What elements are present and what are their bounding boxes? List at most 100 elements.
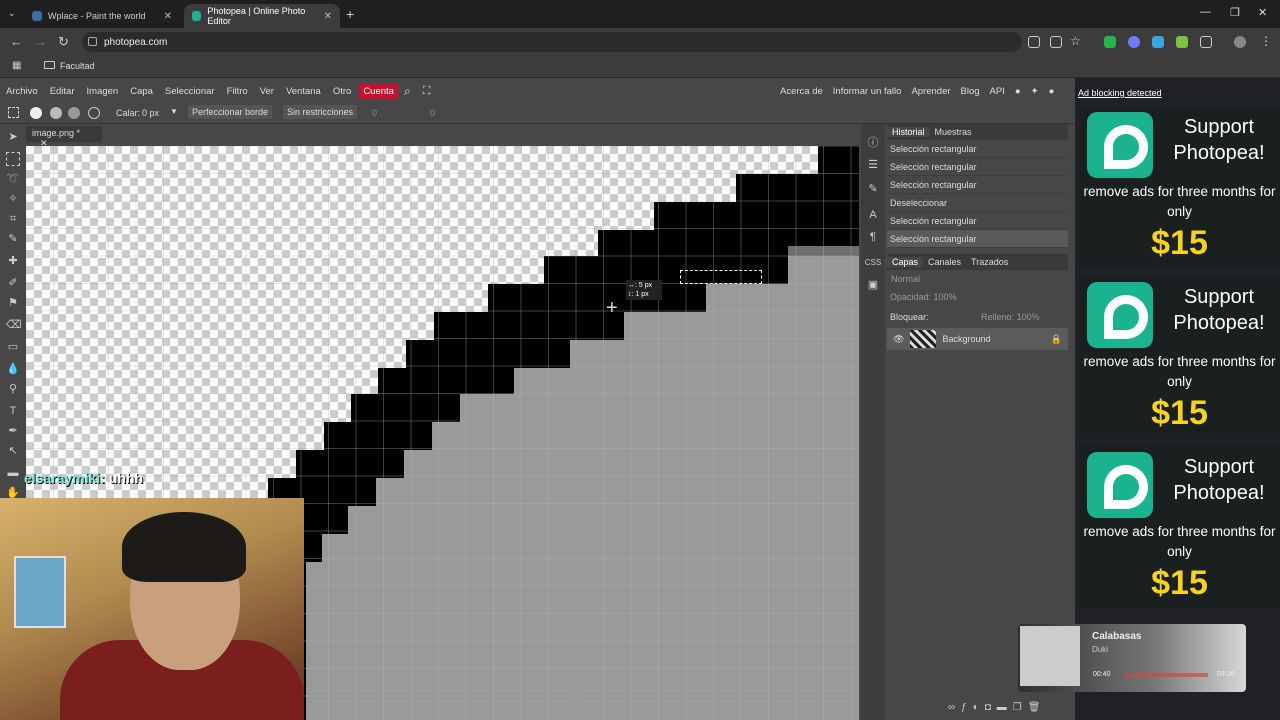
bookmark-star-icon[interactable]: ☆ [1070,34,1081,48]
adjustment-layer-icon[interactable]: ◐ [973,702,985,713]
history-item[interactable]: Selección rectangular [887,212,1068,230]
menu-ventana[interactable]: Ventana [280,86,327,97]
eyedropper-icon[interactable]: ✎ [6,232,20,246]
brush-tool-icon[interactable]: ✐ [6,276,20,290]
ad-banner[interactable]: Support Photopea! remove ads for three m… [1079,106,1280,269]
menu-informar[interactable]: Informar un fallo [833,86,902,97]
reddit-icon[interactable]: ● [1015,86,1021,97]
install-icon[interactable] [1050,36,1062,48]
tab-muestras[interactable]: Muestras [930,127,977,137]
maximize-icon[interactable]: ❐ [1230,6,1240,19]
character-icon[interactable]: A [866,208,880,222]
menu-capa[interactable]: Capa [124,86,159,97]
eraser-tool-icon[interactable]: ⌫ [6,318,22,332]
delete-layer-icon[interactable]: 🗑 [1028,702,1047,713]
fill-value[interactable]: 100% [1017,312,1040,322]
history-item[interactable]: Selección rectangular [887,176,1068,194]
ad-banner[interactable]: Support Photopea! remove ads for three m… [1079,446,1280,609]
search-icon[interactable]: ⌕ [398,84,417,99]
history-item[interactable]: Selección rectangular [887,230,1068,248]
site-info-icon[interactable] [88,37,97,46]
healing-brush-icon[interactable]: ✚ [6,254,20,268]
menu-blog[interactable]: Blog [961,86,980,97]
image-icon[interactable]: ▣ [866,278,880,292]
extension-icon[interactable] [1176,36,1188,48]
menu-imagen[interactable]: Imagen [81,86,125,97]
new-layer-icon[interactable]: ❐ [1013,702,1028,713]
extension-icon[interactable] [1128,36,1140,48]
brush-settings-icon[interactable]: ✎ [866,182,880,196]
bookmark-facultad[interactable]: Facultad [60,61,95,71]
add-selection-icon[interactable] [50,107,62,119]
history-item[interactable]: Selección rectangular [887,158,1068,176]
ad-banner[interactable]: Support Photopea! remove ads for three m… [1079,276,1280,439]
menu-acerca[interactable]: Acerca de [780,86,823,97]
magic-wand-icon[interactable]: ✧ [6,192,20,206]
menu-archivo[interactable]: Archivo [0,86,44,97]
folder-icon[interactable]: ▬ [997,702,1013,713]
clone-stamp-icon[interactable]: ⚑ [6,296,20,310]
height-input[interactable]: 0 [430,108,435,118]
tab-canales[interactable]: Canales [923,257,966,267]
close-tab-icon[interactable]: ✕ [324,11,332,22]
menu-filtro[interactable]: Filtro [221,86,254,97]
css-icon[interactable]: CSS [863,256,883,270]
close-tab-icon[interactable]: ✕ [164,11,172,22]
lasso-tool-icon[interactable]: ➰ [6,172,20,186]
extensions-puzzle-icon[interactable] [1200,36,1212,48]
subtract-selection-icon[interactable] [68,107,80,119]
minimize-icon[interactable]: — [1200,6,1211,18]
marquee-tool-preset-icon[interactable] [8,107,19,118]
page-icon[interactable] [1028,36,1040,48]
menu-ver[interactable]: Ver [254,86,280,97]
browser-tab-photopea[interactable]: Photopea | Online Photo Editor ✕ [184,4,340,28]
feather-dropdown-icon[interactable]: ▼ [170,107,178,116]
account-button[interactable]: Cuenta [359,83,398,99]
width-input[interactable]: 0 [372,108,377,118]
menu-otro[interactable]: Otro [327,86,357,97]
facebook-icon[interactable]: ● [1049,86,1055,97]
extension-icon[interactable] [1152,36,1164,48]
move-tool-icon[interactable]: ➤ [6,130,20,144]
browser-tab-wplace[interactable]: Wplace - Paint the world ✕ [24,4,180,28]
url-field[interactable]: photopea.com [82,32,1022,52]
menu-seleccionar[interactable]: Seleccionar [159,86,221,97]
blur-tool-icon[interactable]: 💧 [6,362,20,376]
fullscreen-icon[interactable]: ⛶ [417,85,437,98]
history-item[interactable]: Deseleccionar [887,194,1068,212]
crop-tool-icon[interactable]: ⌗ [6,212,20,226]
tab-historial[interactable]: Historial [887,127,930,137]
apps-grid-icon[interactable]: ▦ [12,60,21,71]
tab-search-icon[interactable]: ⌄ [8,8,16,19]
shape-tool-icon[interactable]: ▬ [6,466,20,480]
menu-api[interactable]: API [990,86,1005,97]
refine-edge-button[interactable]: Perfeccionar borde [188,105,273,119]
mask-icon[interactable]: ◘ [985,702,997,713]
back-icon[interactable]: ← [10,34,23,49]
dodge-tool-icon[interactable]: ⚲ [6,382,20,396]
effects-icon[interactable]: ƒ [961,702,973,713]
marquee-tool-icon[interactable] [6,152,20,166]
history-item[interactable]: Selección rectangular [887,140,1068,158]
adjustments-icon[interactable]: ☰ [866,158,880,172]
menu-editar[interactable]: Editar [44,86,81,97]
style-select[interactable]: Sin restricciones [283,105,358,119]
reload-icon[interactable]: ↻ [58,34,69,50]
blend-mode-select[interactable]: Normal [887,270,1068,290]
new-selection-icon[interactable] [30,107,42,119]
link-icon[interactable]: ∞ [948,702,961,713]
eye-icon[interactable]: 👁 [893,334,904,345]
gradient-tool-icon[interactable]: ▭ [6,340,20,354]
intersect-selection-icon[interactable] [88,107,100,119]
layer-row-background[interactable]: 👁 Background 🔒 [887,328,1068,350]
feather-input[interactable]: 0 px [142,108,159,118]
info-icon[interactable]: ⓘ [866,136,880,150]
ad-blocking-link[interactable]: Ad blocking detected [1078,88,1162,98]
tab-capas[interactable]: Capas [887,257,924,267]
paragraph-icon[interactable]: ¶ [866,230,880,244]
forward-icon[interactable]: → [34,34,47,49]
menu-aprender[interactable]: Aprender [911,86,950,97]
new-tab-icon[interactable]: + [346,6,354,22]
opacity-value[interactable]: 100% [934,292,957,302]
path-select-icon[interactable]: ↖ [6,444,20,458]
